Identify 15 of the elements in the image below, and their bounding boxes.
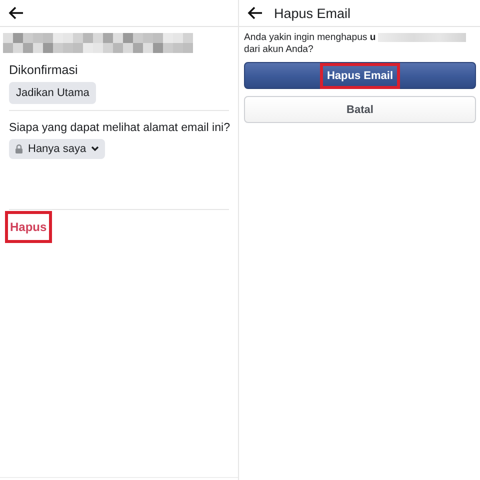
chevron-down-icon: [91, 146, 100, 152]
delete-email-button[interactable]: Hapus Email: [244, 62, 476, 89]
delete-link[interactable]: Hapus: [10, 220, 47, 234]
lock-icon: [15, 144, 23, 154]
visibility-dropdown[interactable]: Hanya saya: [9, 139, 106, 159]
make-primary-button[interactable]: Jadikan Utama: [9, 82, 96, 104]
cancel-button[interactable]: Batal: [244, 96, 476, 123]
back-arrow-icon[interactable]: [247, 6, 263, 20]
back-arrow-icon[interactable]: [8, 6, 24, 20]
visibility-question: Siapa yang dapat melihat alamat email ini?: [9, 121, 230, 134]
screen-title: Hapus Email: [274, 6, 351, 20]
highlight-frame: Hapus Email: [320, 62, 400, 88]
confirm-message: dari akun Anda?: [244, 44, 314, 55]
status-label: Dikonfirmasi: [9, 63, 79, 77]
confirm-message: Anda yakin ingin menghapus u: [244, 32, 376, 43]
